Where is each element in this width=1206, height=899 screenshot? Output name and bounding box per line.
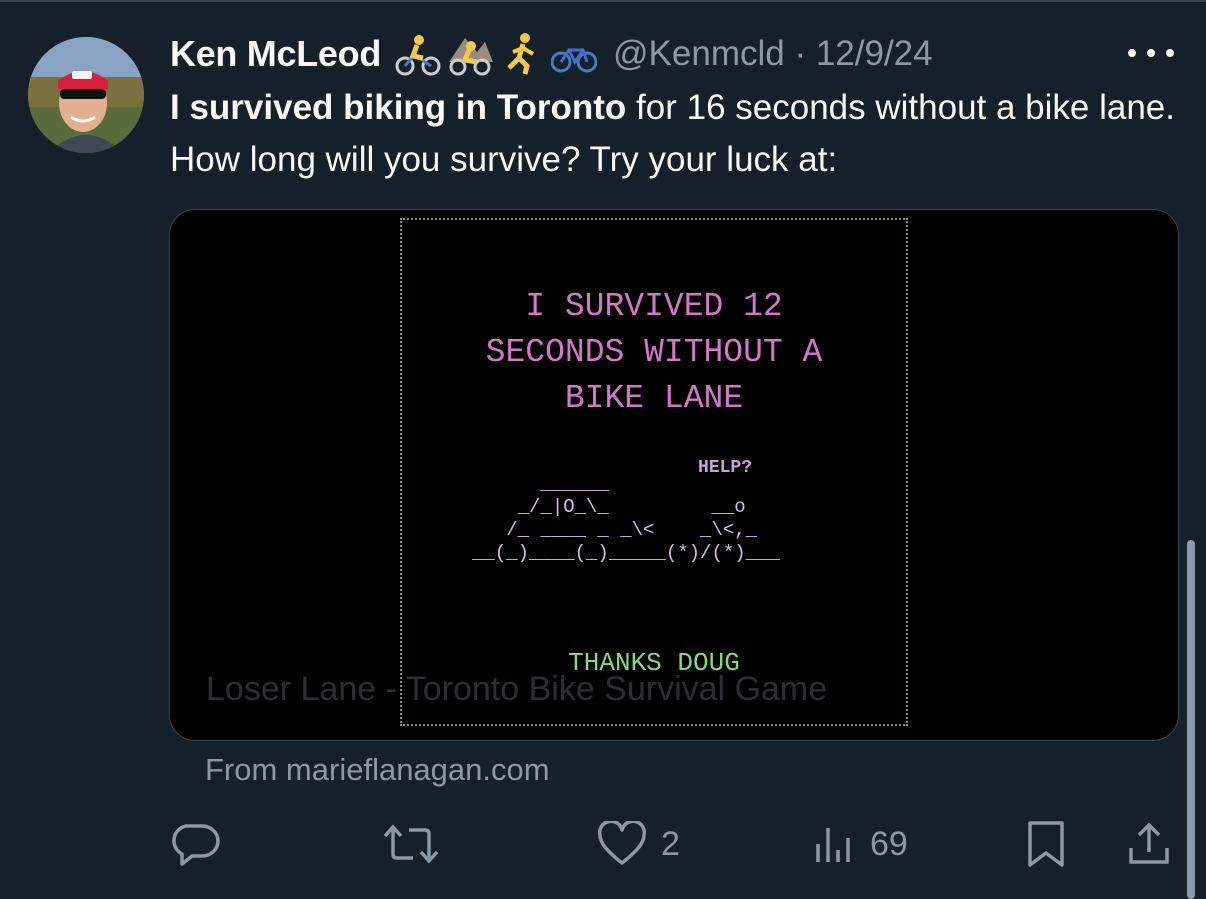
reply-button[interactable] (170, 812, 236, 876)
more-options-icon[interactable] (1128, 40, 1174, 66)
views-button[interactable]: 69 (812, 812, 908, 876)
like-count: 2 (661, 824, 680, 863)
author-name[interactable]: Ken McLeod (170, 33, 381, 75)
author-emojis (395, 32, 598, 76)
tweet-header: Ken McLeod @Kenmcld · 12/9/24 (170, 30, 933, 78)
avatar[interactable] (28, 37, 144, 153)
views-icon (816, 828, 850, 862)
tweet-bold-text: I survived biking in Toronto (170, 88, 627, 127)
link-card[interactable]: I SURVIVED 12 SECONDS WITHOUT A BIKE LAN… (169, 209, 1179, 741)
share-button[interactable] (1127, 812, 1171, 876)
mountain-biker-emoji (449, 38, 494, 76)
reply-icon (172, 824, 220, 866)
cyclist-emoji (395, 35, 441, 76)
game-screenshot: I SURVIVED 12 SECONDS WITHOUT A BIKE LAN… (400, 218, 908, 726)
bookmark-icon (1028, 821, 1064, 867)
like-button[interactable]: 2 (597, 812, 680, 876)
handle-and-date[interactable]: @Kenmcld · 12/9/24 (613, 34, 933, 74)
heart-icon (597, 821, 647, 865)
retweet-button[interactable] (383, 812, 453, 876)
ascii-art: ______ _/_|O_\_ __o /_ ____ _ _\< _\<,_ … (472, 473, 780, 564)
runner-emoji (507, 33, 535, 75)
bicycle-emoji (551, 48, 598, 73)
bookmark-button[interactable] (1026, 812, 1066, 876)
views-count: 69 (870, 824, 908, 863)
card-source[interactable]: From marieflanagan.com (205, 752, 550, 788)
card-link-title[interactable]: Loser Lane - Toronto Bike Survival Game (206, 670, 827, 709)
scrollbar[interactable] (1187, 540, 1195, 899)
tweet-text: I survived biking in Toronto for 16 seco… (170, 82, 1180, 186)
action-bar: 2 69 (0, 812, 1206, 876)
retweet-icon (383, 824, 439, 864)
share-icon (1129, 822, 1169, 864)
game-title: I SURVIVED 12 SECONDS WITHOUT A BIKE LAN… (485, 288, 823, 417)
top-divider (0, 0, 1206, 2)
